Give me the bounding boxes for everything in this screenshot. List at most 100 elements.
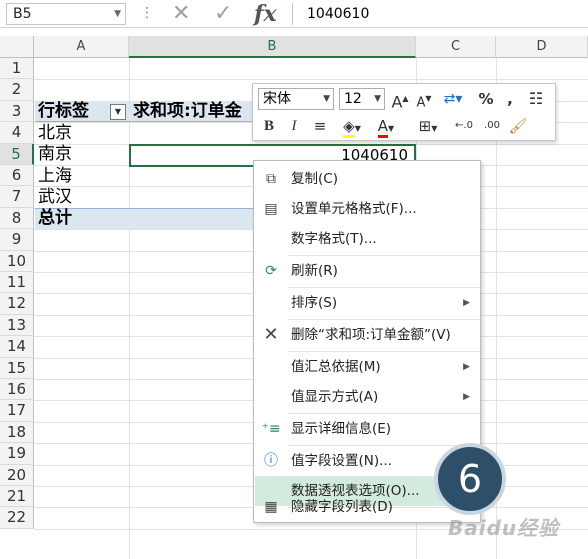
- menu-item-label: 刷新(R): [291, 263, 338, 279]
- enter-icon[interactable]: ✓: [214, 1, 232, 27]
- row-header-3[interactable]: 3: [0, 100, 34, 123]
- number-format-icon[interactable]: ⇄▾: [437, 88, 469, 110]
- column-header-b[interactable]: B: [129, 36, 416, 58]
- row-header-20[interactable]: 20: [0, 464, 34, 486]
- row-header-2[interactable]: 2: [0, 79, 34, 101]
- insert-function-icon[interactable]: fx: [254, 1, 277, 27]
- submenu-arrow-icon: ▶: [463, 298, 470, 308]
- menu-item-label: 设置单元格格式(F)...: [291, 201, 417, 217]
- borders-icon: ⊞: [418, 117, 432, 135]
- borders-button[interactable]: ⊞▼: [413, 115, 443, 137]
- menu-item-label: 值汇总依据(M): [291, 359, 381, 375]
- font-color-button[interactable]: A▼: [371, 115, 401, 138]
- font-name-value: 宋体: [263, 91, 291, 107]
- italic-button[interactable]: I: [283, 115, 305, 137]
- fill-color-button[interactable]: ◈▼: [337, 115, 367, 138]
- menu-item-label: 隐藏字段列表(D): [291, 499, 393, 515]
- font-size-value: 12: [344, 91, 362, 107]
- column-header-c[interactable]: C: [416, 36, 496, 58]
- font-color-icon: A: [377, 117, 389, 138]
- chevron-down-icon[interactable]: ▼: [114, 4, 121, 24]
- row-header-7[interactable]: 7: [0, 186, 34, 208]
- comma-style-button[interactable]: ,: [499, 88, 521, 110]
- pivot-row-nanjing[interactable]: 南京: [38, 144, 72, 165]
- menu-item-label: 删除“求和项:订单金额”(V): [291, 327, 451, 343]
- font-name-combo[interactable]: 宋体 ▼: [258, 88, 334, 110]
- watermark: Baidu经验: [448, 516, 560, 540]
- menu-item-label: 值显示方式(A): [291, 389, 379, 405]
- vertical-dots-icon: ⋮: [140, 5, 154, 21]
- name-box-value: B5: [13, 6, 32, 22]
- row-header-11[interactable]: 11: [0, 272, 34, 294]
- format-cells-icon: ▤: [264, 201, 278, 217]
- menu-item-show-details[interactable]: ⁺≡ 显示详细信息(E): [255, 414, 480, 444]
- row-header-4[interactable]: 4: [0, 122, 34, 144]
- row-header-5[interactable]: 5: [0, 143, 34, 165]
- percent-style-button[interactable]: %: [475, 88, 497, 110]
- formula-input[interactable]: 1040610: [292, 3, 588, 25]
- format-painter-icon[interactable]: 🖌: [507, 115, 529, 137]
- menu-item-remove-field[interactable]: ✕ 删除“求和项:订单金额”(V): [255, 320, 480, 350]
- grow-font-icon: A: [391, 92, 403, 112]
- row-header-9[interactable]: 9: [0, 229, 34, 251]
- menu-item-show-values-as[interactable]: 值显示方式(A) ▶: [255, 382, 480, 412]
- cancel-icon[interactable]: ✕: [172, 1, 190, 27]
- menu-item-refresh[interactable]: ⟳ 刷新(R): [255, 256, 480, 286]
- row-header-16[interactable]: 16: [0, 379, 34, 401]
- row-header-8[interactable]: 8: [0, 207, 34, 230]
- column-header-d[interactable]: D: [496, 36, 588, 58]
- row-header-19[interactable]: 19: [0, 443, 34, 465]
- column-header-a[interactable]: A: [34, 36, 129, 58]
- format-painter-table-icon[interactable]: ☷: [525, 88, 547, 110]
- grow-font-button[interactable]: A▲: [389, 88, 411, 112]
- row-header-10[interactable]: 10: [0, 250, 34, 272]
- menu-item-summarize-by[interactable]: 值汇总依据(M) ▶: [255, 352, 480, 382]
- row-header-13[interactable]: 13: [0, 314, 34, 337]
- name-box[interactable]: B5 ▼: [6, 3, 126, 25]
- pivot-value-header[interactable]: 求和项:订单金: [133, 101, 255, 122]
- menu-item-label: 排序(S): [291, 295, 338, 311]
- column-gridline: [129, 58, 130, 559]
- select-all-corner[interactable]: [0, 36, 34, 58]
- row-header-17[interactable]: 17: [0, 400, 34, 422]
- menu-item-label: 显示详细信息(E): [291, 421, 392, 437]
- menu-item-label: 数字格式(T)...: [291, 231, 377, 247]
- filter-dropdown-icon[interactable]: ▼: [110, 104, 126, 120]
- row-header-21[interactable]: 21: [0, 486, 34, 508]
- field-list-icon: ▦: [264, 499, 278, 515]
- delete-icon: ✕: [263, 324, 279, 345]
- decrease-decimal-button[interactable]: .00: [479, 115, 505, 137]
- row-header-22[interactable]: 22: [0, 507, 34, 529]
- menu-item-copy[interactable]: ⧉ 复制(C): [255, 164, 480, 194]
- mini-toolbar: 宋体 ▼ 12 ▼ A▲ A▼ ⇄▾ % , ☷ B I ≡ ◈▼ A▼ ⊞▼ …: [252, 83, 556, 141]
- show-details-icon: ⁺≡: [261, 421, 281, 437]
- row-gridline: [34, 79, 588, 81]
- bold-button[interactable]: B: [258, 115, 280, 137]
- row-header-18[interactable]: 18: [0, 421, 34, 444]
- pivot-row-label-header[interactable]: 行标签: [38, 101, 89, 122]
- menu-item-format-cells[interactable]: ▤ 设置单元格格式(F)...: [255, 194, 480, 224]
- chevron-down-icon[interactable]: ▼: [323, 89, 330, 109]
- formula-bar: B5 ▼ ⋮ ✕ ✓ fx 1040610: [0, 0, 588, 28]
- increase-decimal-button[interactable]: ←.0: [451, 115, 477, 137]
- align-center-icon[interactable]: ≡: [309, 115, 331, 137]
- submenu-arrow-icon: ▶: [463, 362, 470, 372]
- pivot-row-shanghai[interactable]: 上海: [38, 166, 72, 187]
- menu-item-sort[interactable]: 排序(S) ▶: [255, 288, 480, 318]
- submenu-arrow-icon: ▶: [463, 392, 470, 402]
- pivot-row-wuhan[interactable]: 武汉: [38, 187, 72, 208]
- menu-item-number-format[interactable]: 数字格式(T)...: [255, 224, 480, 254]
- row-header-14[interactable]: 14: [0, 336, 34, 358]
- step-number-badge: 6: [434, 443, 506, 515]
- row-header-6[interactable]: 6: [0, 165, 34, 187]
- chevron-down-icon[interactable]: ▼: [374, 89, 381, 109]
- row-header-15[interactable]: 15: [0, 357, 34, 379]
- menu-item-label: 值字段设置(N)...: [291, 453, 393, 469]
- paint-bucket-icon: ◈: [343, 117, 355, 138]
- pivot-row-beijing[interactable]: 北京: [38, 123, 72, 144]
- shrink-font-button[interactable]: A▼: [413, 88, 435, 110]
- pivot-total-label[interactable]: 总计: [38, 208, 72, 229]
- row-header-1[interactable]: 1: [0, 58, 34, 80]
- row-header-12[interactable]: 12: [0, 293, 34, 315]
- font-size-combo[interactable]: 12 ▼: [339, 88, 385, 110]
